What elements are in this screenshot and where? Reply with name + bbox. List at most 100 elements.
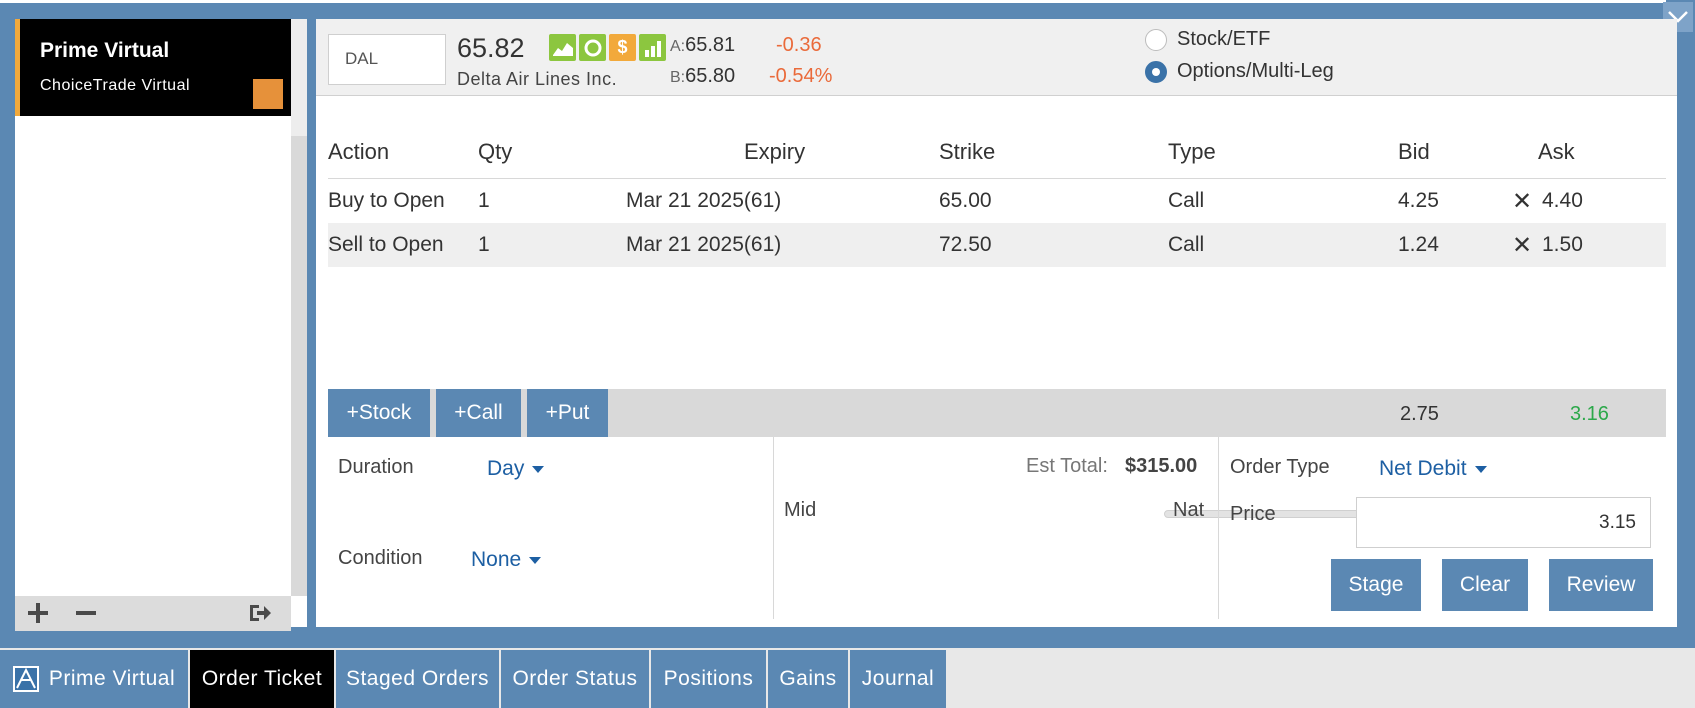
bars-icon[interactable] xyxy=(639,34,666,61)
leg-expiry[interactable]: Mar 21 2025(61) xyxy=(626,189,781,213)
table-row[interactable]: Buy to Open 1 Mar 21 2025(61) 65.00 Call… xyxy=(328,179,1666,223)
leg-strike[interactable]: 72.50 xyxy=(939,233,992,257)
header-expiry: Expiry xyxy=(744,139,806,164)
dollar-icon[interactable]: $ xyxy=(609,34,636,61)
leg-action[interactable]: Buy to Open xyxy=(328,189,445,213)
ask-value: 65.81 xyxy=(685,34,736,56)
symbol-input[interactable]: DAL xyxy=(328,34,446,85)
header-bid: Bid xyxy=(1398,139,1430,164)
condition-label: Condition xyxy=(338,547,423,569)
top-edge xyxy=(0,0,1666,3)
table-row[interactable]: Sell to Open 1 Mar 21 2025(61) 72.50 Cal… xyxy=(328,223,1666,267)
tab-order-status[interactable]: Order Status xyxy=(501,650,650,708)
tab-journal[interactable]: Journal xyxy=(850,650,947,708)
account-card[interactable]: Prime Virtual ChoiceTrade Virtual xyxy=(15,19,291,116)
clear-button[interactable]: Clear xyxy=(1442,559,1528,611)
tab-label: Prime Virtual xyxy=(48,667,176,690)
last-price: 65.82 xyxy=(457,33,525,63)
account-subtitle: ChoiceTrade Virtual xyxy=(40,77,191,94)
header-type: Type xyxy=(1168,139,1216,164)
tab-gains[interactable]: Gains xyxy=(768,650,849,708)
scrollbar-thumb[interactable] xyxy=(291,19,307,136)
leg-action[interactable]: Sell to Open xyxy=(328,233,444,257)
quote-bar: DAL 65.82 Delta Air Lines Inc. $ A:65.81… xyxy=(316,19,1677,96)
tab-prime-virtual[interactable]: Prime Virtual xyxy=(0,650,189,708)
est-total-label: Est Total: xyxy=(1026,455,1108,477)
price-change-pct: -0.54% xyxy=(769,65,833,87)
circle-icon[interactable] xyxy=(579,34,606,61)
ask-quote: A:65.81 xyxy=(670,34,735,57)
header-action: Action xyxy=(328,139,390,164)
divider xyxy=(773,437,774,619)
order-type-value: Net Debit xyxy=(1379,457,1467,480)
bid-label: B: xyxy=(670,69,686,86)
price-change: -0.36 xyxy=(776,34,822,56)
radio-options[interactable] xyxy=(1145,60,1167,83)
caret-down-icon xyxy=(532,465,545,473)
account-sidebar: Prime Virtual ChoiceTrade Virtual xyxy=(15,19,307,631)
leg-bid: 4.25 xyxy=(1398,189,1439,212)
duration-dropdown[interactable]: Day xyxy=(487,457,545,481)
header-ask: Ask xyxy=(1538,139,1575,164)
leg-expiry[interactable]: Mar 21 2025(61) xyxy=(626,233,781,257)
header-qty: Qty xyxy=(478,139,513,164)
chart-icon[interactable] xyxy=(549,34,576,61)
leg-type[interactable]: Call xyxy=(1168,189,1204,213)
remove-icon[interactable] xyxy=(75,602,97,624)
bid-quote: B:65.80 xyxy=(670,65,735,88)
condition-dropdown[interactable]: None xyxy=(471,548,542,572)
app-frame: Prime Virtual ChoiceTrade Virtual DAL 65… xyxy=(0,0,1695,648)
company-name: Delta Air Lines Inc. xyxy=(457,69,618,89)
slider-nat-label: Nat xyxy=(1173,499,1205,521)
close-icon[interactable]: ✕ xyxy=(1512,187,1532,216)
slider-mid-label: Mid xyxy=(784,499,817,521)
radio-stock[interactable] xyxy=(1145,28,1167,51)
divider xyxy=(1218,437,1219,619)
legs-table: Action Qty Expiry Strike Type Bid Ask Bu… xyxy=(328,117,1666,267)
leg-strike[interactable]: 65.00 xyxy=(939,189,992,213)
order-ticket-panel: DAL 65.82 Delta Air Lines Inc. $ A:65.81… xyxy=(316,19,1677,627)
account-name: Prime Virtual xyxy=(40,39,170,62)
leg-type[interactable]: Call xyxy=(1168,233,1204,257)
duration-label: Duration xyxy=(338,456,414,478)
condition-value: None xyxy=(471,548,522,571)
total-ask: 3.16 xyxy=(1570,403,1609,425)
add-stock-button[interactable]: +Stock xyxy=(328,389,430,437)
add-call-button[interactable]: +Call xyxy=(436,389,521,437)
price-input[interactable]: 3.15 xyxy=(1356,497,1651,548)
add-icon[interactable] xyxy=(27,602,49,624)
leg-qty[interactable]: 1 xyxy=(478,233,490,257)
mode-options-label: Options/Multi-Leg xyxy=(1177,60,1334,82)
order-type-dropdown[interactable]: Net Debit xyxy=(1379,457,1487,481)
price-label: Price xyxy=(1230,503,1276,525)
caret-down-icon xyxy=(1474,465,1487,473)
leg-ask: 1.50 xyxy=(1542,233,1583,256)
tab-positions[interactable]: Positions xyxy=(651,650,767,708)
legs-header: Action Qty Expiry Strike Type Bid Ask xyxy=(328,117,1666,179)
sidebar-footer xyxy=(15,596,291,631)
account-color-swatch xyxy=(253,79,283,109)
leg-bid: 1.24 xyxy=(1398,233,1439,256)
add-put-button[interactable]: +Put xyxy=(527,389,608,437)
header-strike: Strike xyxy=(939,139,996,164)
tab-order-ticket[interactable]: Order Ticket xyxy=(190,650,335,708)
caret-down-icon xyxy=(529,556,542,564)
leg-qty[interactable]: 1 xyxy=(478,189,490,213)
total-bid: 2.75 xyxy=(1400,403,1439,425)
close-icon[interactable]: ✕ xyxy=(1512,231,1532,260)
app-logo-icon xyxy=(12,666,39,692)
order-type-label: Order Type xyxy=(1230,456,1330,478)
mode-options-option[interactable]: Options/Multi-Leg xyxy=(1145,60,1334,83)
mode-stock-label: Stock/ETF xyxy=(1177,28,1271,50)
bid-value: 65.80 xyxy=(685,65,736,87)
review-button[interactable]: Review xyxy=(1549,559,1653,611)
mode-stock-option[interactable]: Stock/ETF xyxy=(1145,28,1270,51)
stage-button[interactable]: Stage xyxy=(1331,559,1421,611)
bottom-tab-bar: Prime Virtual Order Ticket Staged Orders… xyxy=(0,648,1695,708)
est-total-value: $315.00 xyxy=(1125,455,1198,477)
leg-ask: 4.40 xyxy=(1542,189,1583,212)
tab-staged-orders[interactable]: Staged Orders xyxy=(336,650,500,708)
logout-icon[interactable] xyxy=(248,602,272,624)
sidebar-scrollbar[interactable] xyxy=(291,19,307,596)
duration-value: Day xyxy=(487,457,525,480)
